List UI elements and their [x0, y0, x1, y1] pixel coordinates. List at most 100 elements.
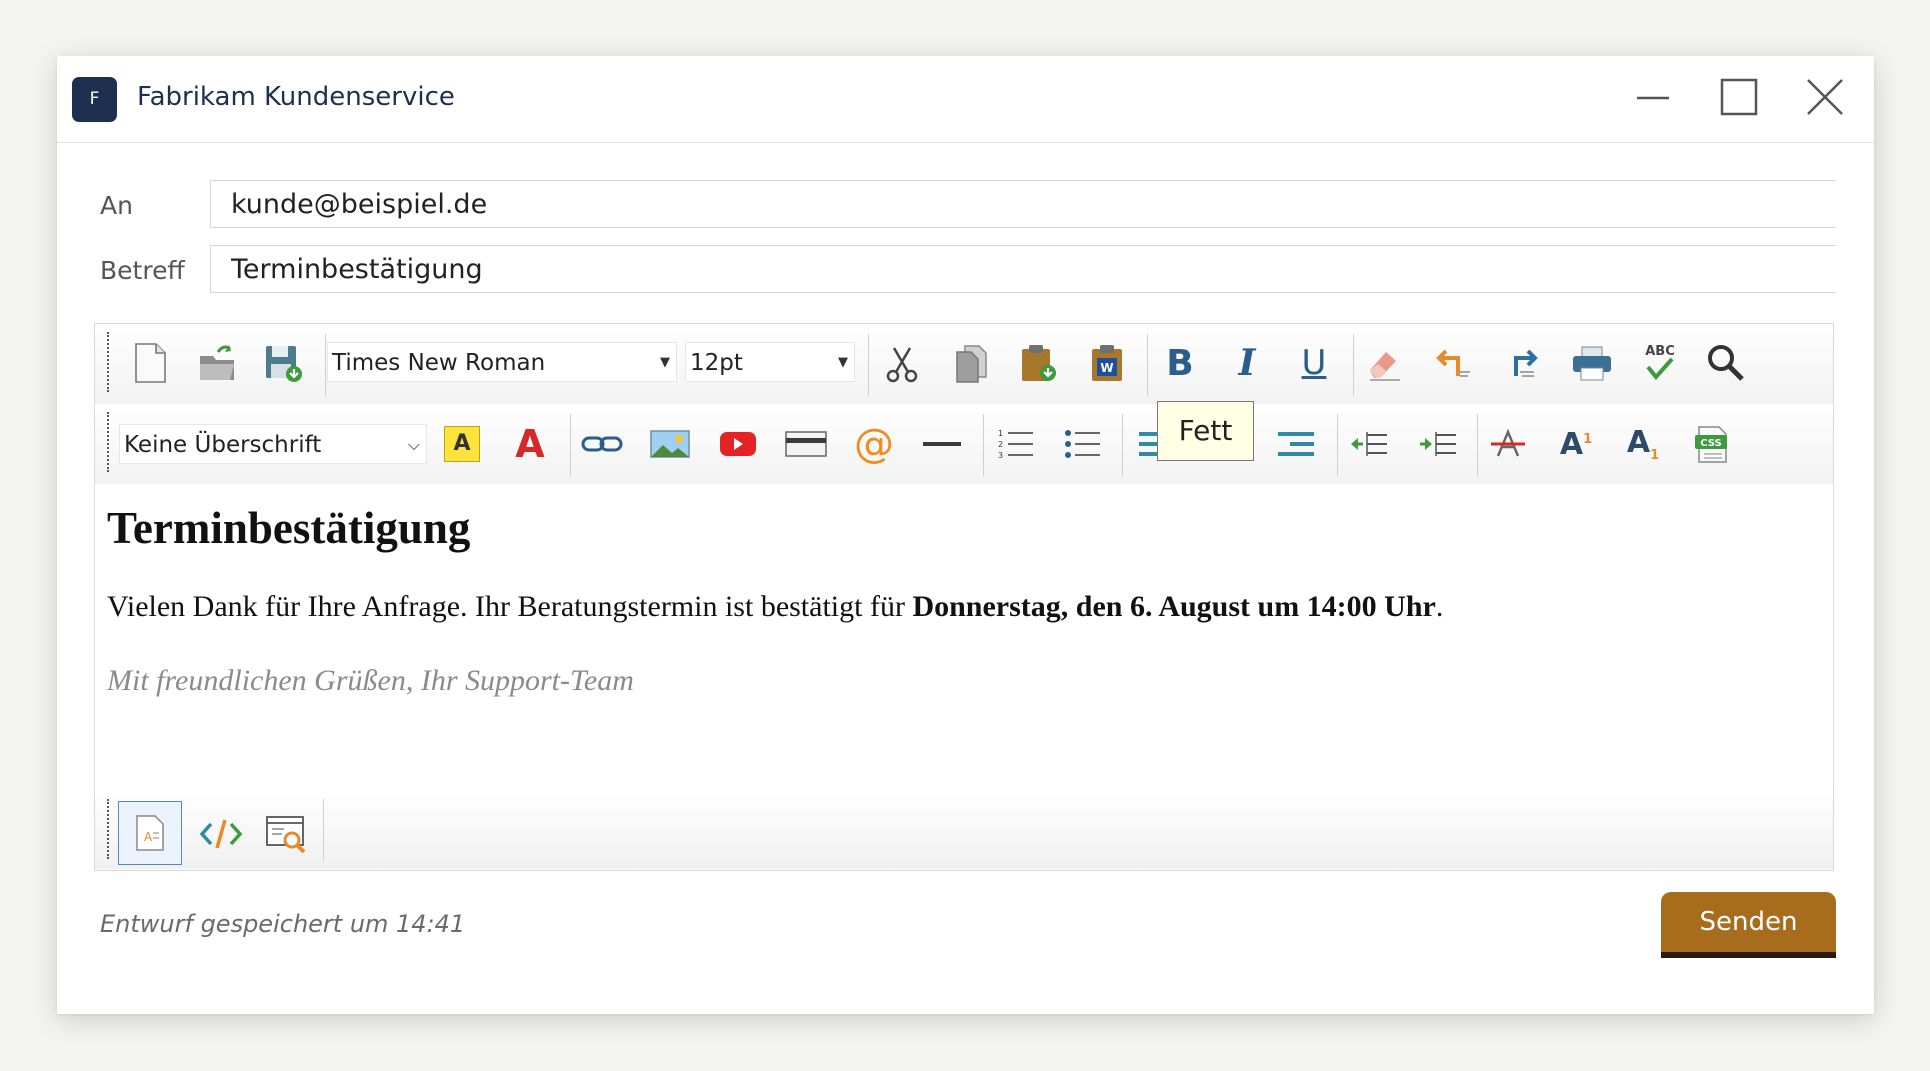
toolbar-separator: [1337, 414, 1338, 476]
new-document-button[interactable]: [125, 338, 175, 388]
code-icon: [199, 819, 243, 849]
font-color-button[interactable]: A: [505, 419, 555, 469]
toolbar-separator: [983, 414, 984, 476]
toolbar-separator: [1122, 414, 1123, 476]
to-input[interactable]: [231, 181, 1831, 227]
at-sign-icon: @: [854, 421, 894, 467]
font-size-select[interactable]: 12pt ▼: [685, 342, 855, 382]
ordered-list-button[interactable]: 1 2 3: [990, 419, 1040, 469]
svg-text:A: A: [144, 830, 153, 844]
app-title: Fabrikam Kundenservice: [137, 82, 455, 112]
heading-style-select[interactable]: Keine Überschrift ⌵: [119, 424, 427, 464]
italic-button[interactable]: I: [1222, 338, 1272, 388]
chevron-down-icon: ▼: [838, 355, 848, 370]
align-right-icon: [1278, 432, 1314, 456]
insert-table-button[interactable]: [781, 419, 831, 469]
underline-icon: U: [1301, 343, 1327, 383]
insert-video-button[interactable]: [713, 419, 763, 469]
subscript-icon: A1: [1626, 425, 1660, 463]
toolbar-separator: [1477, 414, 1478, 476]
paste-from-word-button[interactable]: W: [1082, 338, 1132, 388]
close-button[interactable]: [1795, 74, 1855, 120]
strikethrough-icon: [1491, 428, 1525, 457]
body-paragraph: Vielen Dank für Ihre Anfrage. Ihr Beratu…: [107, 590, 1443, 624]
font-color-icon: A: [515, 422, 545, 466]
preview-mode-button[interactable]: [259, 806, 315, 862]
outdent-button[interactable]: [1344, 419, 1394, 469]
toolbar-grip[interactable]: [107, 332, 109, 392]
compose-window: F Fabrikam Kundenservice An Betreff: [57, 56, 1874, 1014]
spellcheck-button[interactable]: ABC: [1635, 338, 1685, 388]
redo-icon: [1514, 349, 1538, 377]
chevron-down-icon: ⌵: [407, 435, 420, 454]
superscript-icon: A1: [1559, 426, 1593, 462]
clear-formatting-button[interactable]: [1360, 338, 1410, 388]
word-paste-icon: W: [1092, 345, 1122, 381]
align-right-button[interactable]: [1271, 419, 1321, 469]
new-document-icon: [135, 343, 166, 383]
appointment-date: Donnerstag, den 6. August um 14:00 Uhr: [912, 590, 1436, 623]
strikethrough-button[interactable]: [1483, 419, 1533, 469]
horizontal-line-icon: [923, 442, 961, 446]
body-heading: Terminbestätigung: [107, 503, 471, 553]
underline-button[interactable]: U: [1289, 338, 1339, 388]
toolbar-separator: [868, 334, 869, 396]
insert-email-link-button[interactable]: @: [849, 419, 899, 469]
insert-link-button[interactable]: [577, 419, 627, 469]
font-family-select[interactable]: Times New Roman ▼: [327, 342, 677, 382]
insert-image-button[interactable]: [645, 419, 695, 469]
bullet-list-button[interactable]: [1057, 419, 1107, 469]
chevron-down-icon: ▼: [660, 355, 670, 370]
send-button[interactable]: Senden: [1661, 892, 1836, 958]
cut-button[interactable]: [877, 338, 927, 388]
bullet-list-icon: [1065, 430, 1100, 458]
undo-icon: [1436, 349, 1470, 377]
highlight-color-button[interactable]: A: [437, 419, 487, 469]
copy-button[interactable]: [946, 338, 996, 388]
svg-text:3: 3: [998, 451, 1003, 460]
toolbar-grip[interactable]: [107, 799, 109, 859]
subscript-button[interactable]: A1: [1618, 419, 1668, 469]
find-button[interactable]: [1701, 338, 1751, 388]
eraser-icon: [1370, 352, 1400, 381]
bold-button[interactable]: B: [1155, 338, 1205, 388]
print-button[interactable]: [1567, 338, 1617, 388]
superscript-button[interactable]: A1: [1551, 419, 1601, 469]
font-family-value: Times New Roman: [332, 350, 546, 376]
css-style-button[interactable]: CSS: [1687, 419, 1737, 469]
heading-style-value: Keine Überschrift: [124, 432, 322, 458]
copy-icon: [956, 345, 987, 383]
design-mode-button[interactable]: A: [118, 801, 182, 865]
maximize-icon: [1720, 78, 1758, 116]
minimize-button[interactable]: [1623, 74, 1683, 120]
redo-button[interactable]: [1498, 338, 1548, 388]
title-bar: F Fabrikam Kundenservice: [57, 56, 1874, 143]
numbered-list-icon: 1 2 3: [998, 429, 1033, 460]
indent-button[interactable]: [1413, 419, 1463, 469]
app-logo: F: [72, 77, 117, 122]
undo-button[interactable]: [1428, 338, 1478, 388]
design-view-icon: A: [136, 815, 164, 851]
spellcheck-icon: ABC: [1645, 344, 1675, 381]
to-field: [210, 180, 1836, 228]
subject-input[interactable]: [231, 246, 1831, 292]
save-button[interactable]: [258, 338, 308, 388]
toolbar-separator: [1353, 334, 1354, 396]
signature: Mit freundlichen Grüßen, Ihr Support-Tea…: [107, 664, 634, 697]
link-icon: [581, 436, 623, 452]
scissors-icon: [886, 347, 918, 383]
paste-icon: [1022, 345, 1056, 381]
toolbar-row-1: Times New Roman ▼ 12pt ▼ W B I U ABC: [95, 324, 1833, 404]
editor-content[interactable]: Terminbestätigung Vielen Dank für Ihre A…: [107, 484, 1807, 784]
save-icon: [266, 346, 302, 382]
open-document-button[interactable]: [192, 338, 242, 388]
maximize-button[interactable]: [1709, 74, 1769, 120]
html-mode-button[interactable]: [193, 806, 249, 862]
horizontal-rule-button[interactable]: [917, 419, 967, 469]
toolbar-grip[interactable]: [107, 412, 109, 472]
paste-button[interactable]: [1013, 338, 1063, 388]
toolbar-separator: [1147, 334, 1148, 396]
toolbar-separator: [325, 334, 326, 396]
paragraph-text: Vielen Dank für Ihre Anfrage. Ihr Beratu…: [107, 590, 913, 623]
subject-field: [210, 245, 1836, 293]
